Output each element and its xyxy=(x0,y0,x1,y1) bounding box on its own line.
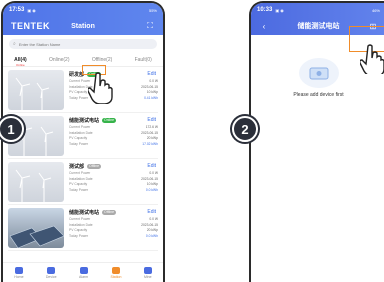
wind-turbine-icon xyxy=(15,77,50,110)
bottom-nav: Home Device Alarm Station Mine xyxy=(3,262,163,282)
kv-value: 0.41 kWh xyxy=(144,95,158,100)
status-badge: Offline xyxy=(102,210,117,215)
empty-message: Please add device first xyxy=(293,92,344,98)
tab-offline-label: Offline(2) xyxy=(91,57,113,63)
brand-logo: TENTEK xyxy=(11,21,50,31)
kv-key: Today Power xyxy=(69,95,89,100)
status-icons: ▣ ◉ xyxy=(27,7,36,13)
station-icon xyxy=(111,266,120,274)
nav-home[interactable]: Home xyxy=(14,266,24,279)
battery-level: 55% xyxy=(148,7,157,13)
station-thumbnail xyxy=(8,208,64,248)
kv-key: Today Power xyxy=(69,187,89,192)
kv-key: Today Power xyxy=(69,233,89,238)
nav-station-label: Station xyxy=(110,274,122,279)
tab-all-sub: Online xyxy=(16,63,25,67)
search-bar[interactable]: ⌕ xyxy=(9,39,157,49)
status-icons: ▣ ◉ xyxy=(275,7,284,13)
kv-value: 17.02 kWh xyxy=(142,141,158,146)
status-time: 17:53 xyxy=(9,7,25,13)
nav-mine-label: Mine xyxy=(143,274,152,279)
edit-link[interactable]: Edit xyxy=(147,71,156,77)
scan-icon[interactable]: ⛶ xyxy=(145,21,155,31)
nav-device[interactable]: Device xyxy=(45,266,57,279)
nav-home-label: Home xyxy=(14,274,24,279)
nav-station[interactable]: Station xyxy=(110,266,122,279)
empty-device-icon xyxy=(298,58,339,88)
wind-turbine-icon xyxy=(15,169,52,202)
user-icon xyxy=(143,266,152,274)
status-badge: Offline xyxy=(87,164,102,169)
step-marker: 2 xyxy=(232,116,258,142)
phone-screen-station-list: 17:53▣ ◉ 55% TENTEK Station ⛶ ⌕ All(4)On… xyxy=(1,1,165,282)
status-bar: 10:33 ▣ ◉ 46% xyxy=(251,3,384,17)
kv-value: 0.0 kWh xyxy=(145,233,158,238)
station-name: 测试部 xyxy=(69,164,85,170)
status-bar: 17:53 ▣ ◉ 55% xyxy=(3,3,163,17)
search-icon: ⌕ xyxy=(13,41,16,47)
edit-link[interactable]: Edit xyxy=(147,117,156,123)
edit-link[interactable]: Edit xyxy=(147,209,156,215)
station-list: 研发部 Online Edit Current Power 0.0 W Instal… xyxy=(3,67,163,251)
battery-level: 46% xyxy=(371,7,380,13)
search-input[interactable] xyxy=(18,41,153,47)
status-time: 10:33 xyxy=(257,7,273,13)
station-name: 储能测试电站 xyxy=(69,118,100,124)
tab-online-label: Online(2) xyxy=(48,57,70,63)
station-thumbnail xyxy=(8,162,64,202)
edit-link[interactable]: Edit xyxy=(147,163,156,169)
device-illustration xyxy=(309,67,328,80)
app-header: TENTEK Station ⛶ xyxy=(3,17,163,35)
tab-online[interactable]: Online(2) xyxy=(49,55,70,66)
station-card[interactable]: 测试部 Offline Edit Current Power 0.0 W Insta… xyxy=(8,159,158,205)
station-card[interactable]: 储能测试电站 Online Edit Current Power 172.6 W I… xyxy=(8,113,158,159)
alarm-icon xyxy=(79,266,88,274)
tab-fault[interactable]: Fault(0) xyxy=(135,55,152,66)
back-icon[interactable]: ‹ xyxy=(259,21,269,31)
kv-value: 0.0 kWh xyxy=(145,187,158,192)
home-icon xyxy=(14,266,23,274)
station-card[interactable]: 储能测试电站 Offline Edit Current Power 0.0 W In… xyxy=(8,205,158,251)
station-name: 储能测试电站 xyxy=(69,210,100,216)
station-thumbnail xyxy=(8,70,64,110)
kv-key: Today Power xyxy=(69,141,89,146)
device-icon xyxy=(47,266,56,274)
solar-panel-icon xyxy=(9,225,64,248)
nav-alarm[interactable]: Alarm xyxy=(78,266,89,279)
nav-device-label: Device xyxy=(45,274,57,279)
tab-all[interactable]: All(4) Online xyxy=(14,55,27,67)
nav-alarm-label: Alarm xyxy=(78,274,89,279)
tab-fault-label: Fault(0) xyxy=(134,57,152,63)
pointing-hand-icon xyxy=(88,72,113,104)
pointing-hand-icon xyxy=(360,44,384,74)
status-badge: Online xyxy=(102,118,117,123)
nav-mine[interactable]: Mine xyxy=(143,266,152,279)
